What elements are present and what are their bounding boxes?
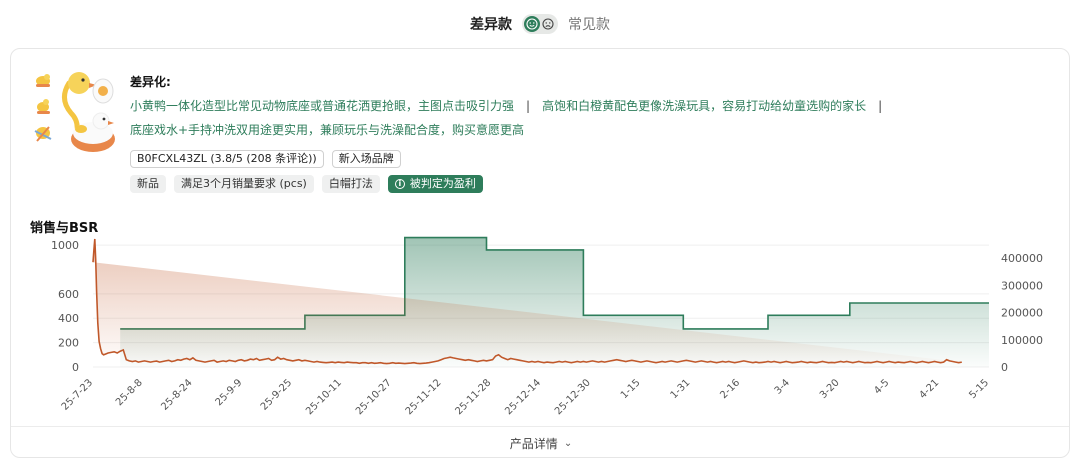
x-tick-label: 4-21 [918,377,942,401]
x-tick-label: 25-9-25 [259,377,294,412]
x-tick-label: 1-31 [669,377,693,401]
y-left-tick-label: 200 [58,337,79,350]
y-left-tick-label: 1000 [51,239,79,252]
x-tick-label: 2-16 [718,377,742,401]
y-right-tick-label: 200000 [1001,307,1043,320]
x-tick-label: 25-8-8 [114,377,145,408]
style-toggle: 差异款 常见款 [0,12,1080,36]
smile-icon [524,16,540,32]
x-tick-label: 1-15 [619,377,643,401]
x-tick-label: 25-10-27 [354,377,394,417]
sales-bsr-chart: 0 200 400 600 1000 0 100000 200000 300000 400000 2… [51,236,1043,417]
x-tick-label: 25-11-12 [404,377,444,417]
x-tick-label: 3-20 [818,377,842,401]
toggle-label-common[interactable]: 常见款 [568,14,610,34]
y-left-tick-label: 0 [72,361,79,374]
y-right-tick-label: 100000 [1001,334,1043,347]
y-right-tick-label: 0 [1001,361,1008,374]
toggle-label-diff[interactable]: 差异款 [470,14,512,34]
chevron-down-icon: ⌄ [563,437,573,449]
product-details-button[interactable]: 产品详情 ⌄ [11,433,1069,453]
details-label: 产品详情 [509,436,558,451]
x-tick-label: 25-8-24 [159,377,194,412]
y-right-tick-label: 300000 [1001,279,1043,292]
product-card: 差异化: 小黄鸭一体化造型比常见动物底座或普通花洒更抢眼，主图点击吸引力强 | 高饱… [10,48,1070,458]
y-left-tick-label: 600 [58,288,79,301]
x-tick-label: 25-10-11 [304,377,344,417]
y-left-tick-label: 400 [58,312,79,325]
toggle-switch[interactable] [522,14,558,34]
x-tick-label: 4-5 [872,377,891,396]
x-tick-label: 25-9-9 [214,377,245,408]
x-tick-label: 25-12-30 [553,377,593,417]
divider [11,426,1069,427]
y-right-tick-label: 400000 [1001,252,1043,265]
frown-icon [540,16,556,32]
x-tick-label: 25-11-28 [453,377,493,417]
x-tick-label: 5-15 [967,377,991,401]
x-tick-label: 3-4 [773,377,792,396]
x-tick-label: 25-7-23 [60,377,95,412]
x-tick-label: 25-12-14 [503,377,543,417]
